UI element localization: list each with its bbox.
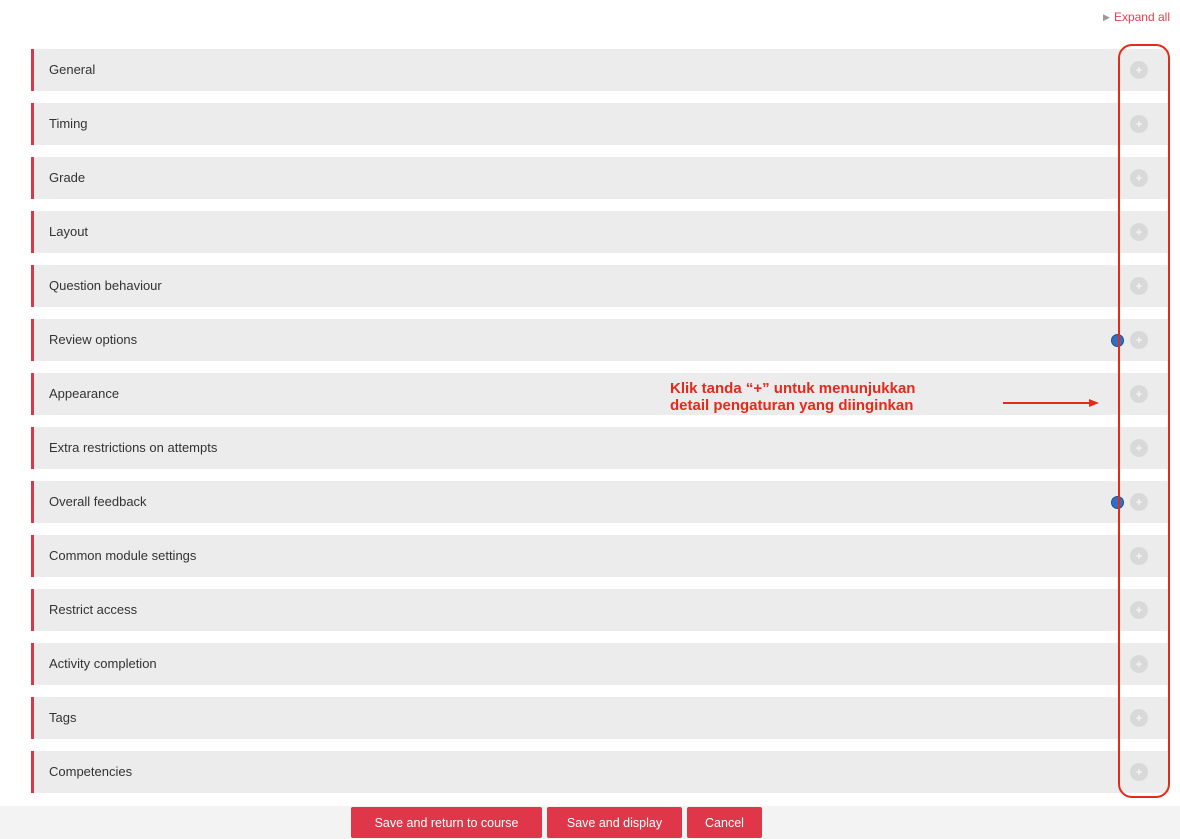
section-label: Question behaviour [49, 278, 162, 293]
expand-plus-icon[interactable]: + [1130, 655, 1148, 673]
section-appearance[interactable]: Appearance + [31, 373, 1169, 415]
section-label: Common module settings [49, 548, 197, 563]
section-label: Overall feedback [49, 494, 147, 509]
expand-plus-icon[interactable]: + [1130, 493, 1148, 511]
section-general[interactable]: General + [31, 49, 1169, 91]
expand-plus-icon[interactable]: + [1130, 331, 1148, 349]
section-activity-completion[interactable]: Activity completion + [31, 643, 1169, 685]
save-and-display-button[interactable]: Save and display [547, 807, 682, 838]
expand-plus-icon[interactable]: + [1130, 61, 1148, 79]
cancel-button[interactable]: Cancel [687, 807, 762, 838]
section-label: Activity completion [49, 656, 157, 671]
section-competencies[interactable]: Competencies + [31, 751, 1169, 793]
section-review-options[interactable]: Review options + [31, 319, 1169, 361]
expand-plus-icon[interactable]: + [1130, 763, 1148, 781]
expand-plus-icon[interactable]: + [1130, 709, 1148, 727]
annotation-line-2: detail pengaturan yang diinginkan [670, 397, 914, 414]
expand-plus-icon[interactable]: + [1130, 277, 1148, 295]
section-layout[interactable]: Layout + [31, 211, 1169, 253]
section-timing[interactable]: Timing + [31, 103, 1169, 145]
section-label: Extra restrictions on attempts [49, 440, 218, 455]
section-tags[interactable]: Tags + [31, 697, 1169, 739]
save-and-return-button[interactable]: Save and return to course [351, 807, 542, 838]
annotation-line-1: Klik tanda “+” untuk menunjukkan [670, 380, 916, 397]
settings-sections: General + Timing + Grade + Layout + Ques… [31, 49, 1169, 805]
expand-all-label: Expand all [1113, 10, 1170, 24]
annotation-arrow-icon [1003, 399, 1099, 407]
triangle-right-icon: ▶ [1103, 11, 1110, 22]
section-label: Grade [49, 170, 86, 185]
expand-plus-icon[interactable]: + [1130, 169, 1148, 187]
section-label: Tags [49, 710, 77, 725]
expand-plus-icon[interactable]: + [1130, 439, 1148, 457]
section-label: Competencies [49, 764, 133, 779]
section-label: Timing [49, 116, 88, 131]
expand-all-link[interactable]: ▶ Expand all [1103, 10, 1170, 24]
expand-plus-icon[interactable]: + [1130, 385, 1148, 403]
section-restrict-access[interactable]: Restrict access + [31, 589, 1169, 631]
expand-plus-icon[interactable]: + [1130, 115, 1148, 133]
section-question-behaviour[interactable]: Question behaviour + [31, 265, 1169, 307]
section-label: General [49, 62, 96, 77]
section-label: Restrict access [49, 602, 138, 617]
section-extra-restrictions[interactable]: Extra restrictions on attempts + [31, 427, 1169, 469]
expand-plus-icon[interactable]: + [1130, 223, 1148, 241]
help-info-icon[interactable] [1111, 334, 1124, 347]
expand-plus-icon[interactable]: + [1130, 601, 1148, 619]
expand-plus-icon[interactable]: + [1130, 547, 1148, 565]
help-info-icon[interactable] [1111, 496, 1124, 509]
annotation-text: Klik tanda “+” untuk menunjukkan detail … [670, 380, 915, 414]
form-action-bar: Save and return to course Save and displ… [0, 806, 1180, 839]
section-grade[interactable]: Grade + [31, 157, 1169, 199]
section-common-module-settings[interactable]: Common module settings + [31, 535, 1169, 577]
section-label: Appearance [49, 386, 120, 401]
section-overall-feedback[interactable]: Overall feedback + [31, 481, 1169, 523]
section-label: Review options [49, 332, 138, 347]
section-label: Layout [49, 224, 89, 239]
